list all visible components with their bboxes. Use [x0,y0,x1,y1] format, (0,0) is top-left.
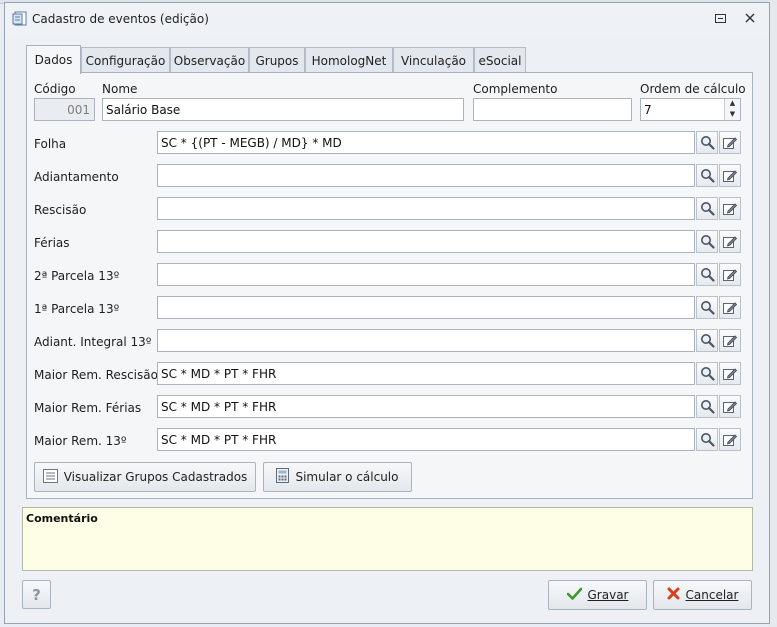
help-button[interactable]: ? [22,580,51,609]
codigo-label: Código [34,82,76,96]
x-icon [667,587,680,603]
formula-label: Adiantamento [34,170,119,184]
form-icon [12,11,28,26]
formula-input-adiantamento[interactable] [157,164,695,187]
formula-input-maior-rem-13[interactable]: SC * MD * PT * FHR [157,428,695,451]
search-icon[interactable] [696,197,718,220]
formula-label: Maior Rem. Férias [34,401,142,415]
search-icon[interactable] [696,428,718,451]
tab-homolognet[interactable]: HomologNet [305,47,393,73]
edit-formula-icon[interactable] [719,263,741,286]
gravar-button[interactable]: Gravar [548,580,647,610]
title-bar[interactable]: Cadastro de eventos (edição) [5,3,769,35]
search-icon[interactable] [696,131,718,154]
dados-panel: Código 001 Nome Salário Base Complemento… [26,72,753,499]
formula-input-rescisao[interactable] [157,197,695,220]
edit-formula-icon[interactable] [719,131,741,154]
edit-formula-icon[interactable] [719,329,741,352]
comment-title: Comentário [26,512,98,525]
formula-label: 2ª Parcela 13º [34,269,120,283]
search-icon[interactable] [696,362,718,385]
calculator-icon [276,468,290,486]
tab-configuracao[interactable]: Configuração [81,47,170,73]
formula-label: Maior Rem. Rescisão [34,368,158,382]
list-icon [42,468,58,486]
formula-label: 1ª Parcela 13º [34,302,120,316]
comment-area[interactable]: Comentário [22,507,753,571]
edit-formula-icon[interactable] [719,230,741,253]
tab-dados[interactable]: Dados [26,45,81,74]
dialog-window: Cadastro de eventos (edição) Dados Confi… [4,2,770,624]
search-icon[interactable] [696,395,718,418]
check-icon [566,587,582,603]
nome-label: Nome [102,82,138,96]
formula-input-1a-parcela-13[interactable] [157,296,695,319]
formula-input-adiant-integral-13[interactable] [157,329,695,352]
tab-grupos[interactable]: Grupos [249,47,305,73]
simular-calculo-button[interactable]: Simular o cálculo [263,462,412,492]
search-icon[interactable] [696,296,718,319]
formula-input-ferias[interactable] [157,230,695,253]
search-icon[interactable] [696,329,718,352]
formula-label: Maior Rem. 13º [34,434,127,448]
restore-icon[interactable] [713,11,727,25]
close-icon[interactable] [743,11,757,25]
ordem-calculo-value: 7 [644,103,652,117]
edit-formula-icon[interactable] [719,296,741,319]
tab-vinculacao[interactable]: Vinculação [393,47,474,73]
tab-observacao[interactable]: Observação [170,47,249,73]
edit-formula-icon[interactable] [719,362,741,385]
stepper-up-icon[interactable]: ▲ [725,99,740,109]
complemento-label: Complemento [473,82,558,96]
formula-input-2a-parcela-13[interactable] [157,263,695,286]
formula-label: Rescisão [34,203,87,217]
search-icon[interactable] [696,230,718,253]
tab-esocial[interactable]: eSocial [474,47,526,73]
search-icon[interactable] [696,164,718,187]
formula-input-maior-rem-ferias[interactable]: SC * MD * PT * FHR [157,395,695,418]
formula-input-folha[interactable]: SC * {(PT - MEGB) / MD} * MD [157,131,695,154]
search-icon[interactable] [696,263,718,286]
edit-formula-icon[interactable] [719,428,741,451]
ordem-calculo-label: Ordem de cálculo [640,82,746,96]
stepper-down-icon[interactable]: ▼ [725,109,740,120]
edit-formula-icon[interactable] [719,164,741,187]
formula-label: Férias [34,236,70,250]
edit-formula-icon[interactable] [719,197,741,220]
stepper-arrows[interactable]: ▲ ▼ [724,99,740,120]
formula-label: Folha [34,137,67,151]
visualizar-grupos-button[interactable]: Visualizar Grupos Cadastrados [34,462,256,492]
edit-formula-icon[interactable] [719,395,741,418]
window-title: Cadastro de eventos (edição) [32,12,209,26]
nome-field[interactable]: Salário Base [102,98,464,121]
ordem-calculo-stepper[interactable]: 7 ▲ ▼ [640,98,741,121]
cancelar-button[interactable]: Cancelar [653,580,752,610]
complemento-field[interactable] [473,98,632,121]
codigo-field: 001 [34,98,95,121]
formula-label: Adiant. Integral 13º [34,335,152,349]
formula-input-maior-rem-rescisao[interactable]: SC * MD * PT * FHR [157,362,695,385]
